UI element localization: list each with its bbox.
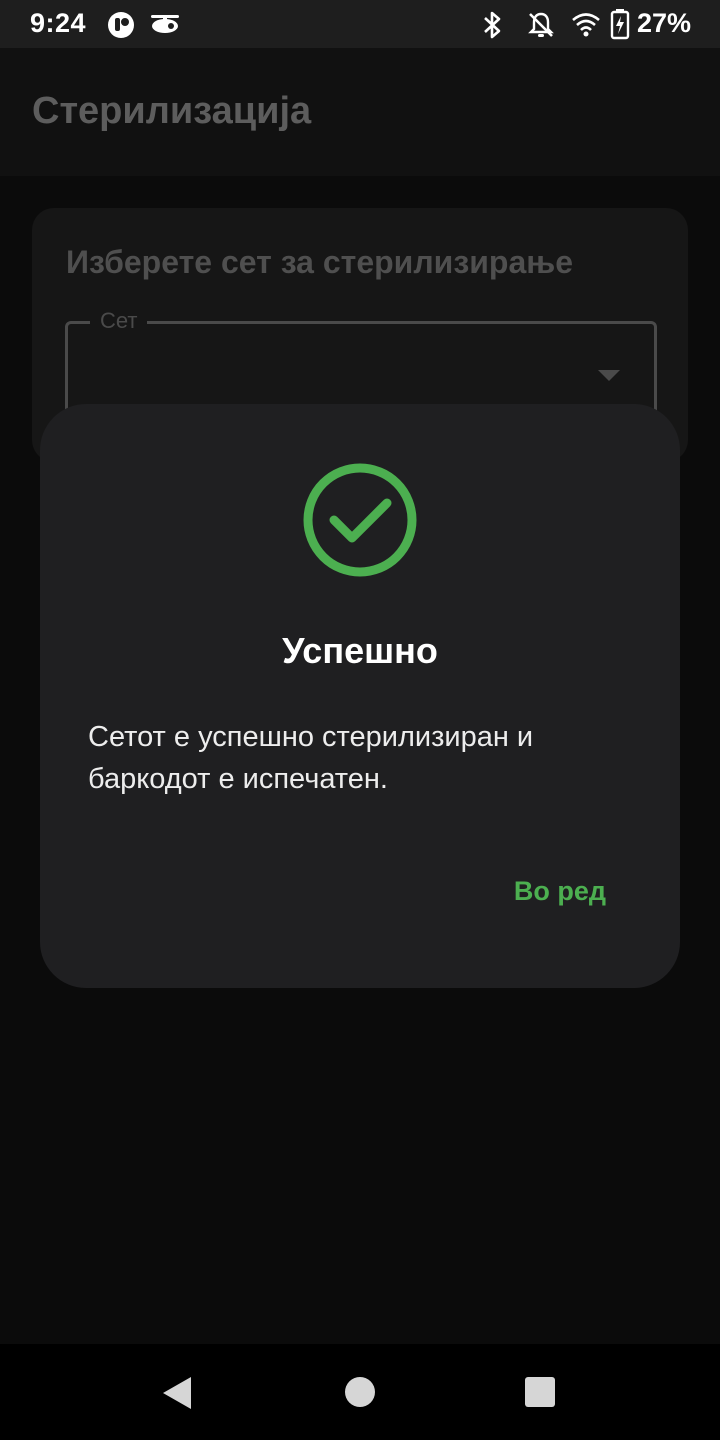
recents-icon[interactable] [525,1377,555,1407]
screen: 9:24 27% Стерилизација Изберете сет за с… [0,0,720,1440]
home-icon[interactable] [345,1377,375,1407]
page-title: Стерилизација [32,90,312,132]
set-dropdown-label: Сет [90,308,148,334]
status-time: 9:24 [30,8,87,38]
status-bar: 9:24 27% [0,0,720,48]
dialog-message: Сетот е успешно стерилизиран и баркодот … [88,721,534,795]
battery-percent: 27% [637,8,692,38]
bluetooth-icon [482,10,504,45]
dialog-title: Успешно [282,630,438,671]
card-heading: Изберете сет за стерилизирање [66,244,574,280]
ok-button[interactable]: Во ред [514,876,606,907]
success-dialog: Успешно Сетот е успешно стерилизиран и б… [40,404,680,988]
do-not-disturb-off-icon [526,10,556,45]
app-bar: Стерилизација [0,48,720,176]
dropdown-arrow-icon [598,370,620,381]
navigation-bar [0,1344,720,1440]
back-icon[interactable] [163,1377,191,1409]
wifi-icon [570,10,602,43]
app-notification-icon [106,10,136,45]
battery-charging-icon [610,8,630,45]
check-circle-icon [302,462,418,578]
drone-icon [148,12,182,43]
